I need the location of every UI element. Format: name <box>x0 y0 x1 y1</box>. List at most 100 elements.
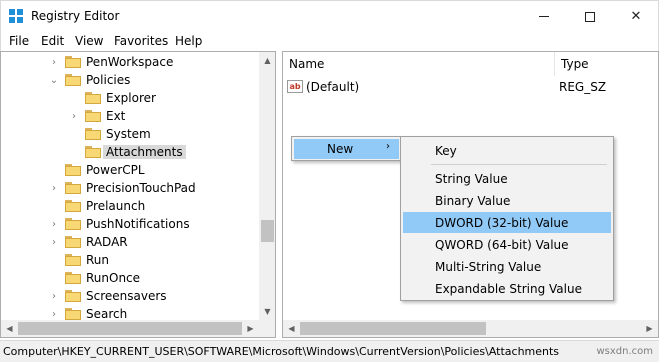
submenu-item-label: DWORD (32-bit) Value <box>435 216 569 230</box>
no-expander <box>69 125 79 143</box>
tree-item[interactable]: ⌄ Policies <box>49 71 131 89</box>
tree-item[interactable]: › Ext <box>69 107 125 125</box>
scroll-right-icon[interactable]: ▶ <box>641 320 658 337</box>
folder-icon <box>65 74 81 86</box>
tree-hscroll-thumb[interactable] <box>18 322 242 335</box>
value-name: (Default) <box>306 80 360 94</box>
collapse-chevron-icon[interactable]: ⌄ <box>49 71 59 89</box>
tree-item-label: Run <box>86 253 110 267</box>
close-icon: ✕ <box>630 9 642 24</box>
scroll-left-icon[interactable]: ◀ <box>283 320 300 337</box>
folder-icon <box>65 290 81 302</box>
tree-item[interactable]: Explorer <box>69 89 156 107</box>
tree-item-label: RunOnce <box>86 271 141 285</box>
folder-icon <box>65 164 81 176</box>
tree-horizontal-scrollbar[interactable]: ◀ ▶ <box>1 320 275 337</box>
submenu-item-string-value[interactable]: String Value <box>403 168 611 189</box>
folder-icon <box>65 236 81 248</box>
folder-icon <box>65 182 81 194</box>
folder-icon <box>85 128 101 140</box>
tree-item[interactable]: › PenWorkspace <box>49 53 173 71</box>
tree-item[interactable]: System <box>69 125 151 143</box>
tree-item[interactable]: Attachments <box>69 143 186 161</box>
menu-edit[interactable]: Edit <box>41 34 64 48</box>
tree-item-label: Screensavers <box>86 289 167 303</box>
menu-favorites[interactable]: Favorites <box>114 34 168 48</box>
folder-icon <box>85 146 101 158</box>
folder-icon <box>85 92 101 104</box>
tree-item-label: Attachments <box>103 145 186 159</box>
folder-icon <box>65 308 81 320</box>
tree-item[interactable]: › PrecisionTouchPad <box>49 179 196 197</box>
column-header-type[interactable]: Type <box>555 52 658 76</box>
no-expander <box>69 143 79 161</box>
expand-chevron-icon[interactable]: › <box>49 215 59 233</box>
context-menu-new-label: New <box>327 142 354 156</box>
tree-item-label: PushNotifications <box>86 217 190 231</box>
submenu-item-label: Binary Value <box>435 194 511 208</box>
close-button[interactable]: ✕ <box>613 1 659 32</box>
submenu-item-expandable-string-value[interactable]: Expandable String Value <box>403 278 611 299</box>
expand-chevron-icon[interactable]: › <box>49 287 59 305</box>
tree-item[interactable]: › RADAR <box>49 233 128 251</box>
tree-item[interactable]: PowerCPL <box>49 161 145 179</box>
submenu-item-label: String Value <box>435 172 508 186</box>
tree-item-label: PowerCPL <box>86 163 145 177</box>
tree-item-label: Policies <box>86 73 131 87</box>
menu-view[interactable]: View <box>75 34 103 48</box>
tree-item[interactable]: RunOnce <box>49 269 140 287</box>
folder-icon <box>65 200 81 212</box>
scroll-left-icon[interactable]: ◀ <box>1 320 18 337</box>
tree-item[interactable]: › PushNotifications <box>49 215 190 233</box>
expand-chevron-icon[interactable]: › <box>49 233 59 251</box>
scroll-down-icon[interactable]: ▼ <box>259 303 275 320</box>
window-title: Registry Editor <box>31 9 120 23</box>
menu-bar: File Edit View Favorites Help <box>0 31 659 51</box>
tree-item[interactable]: Run <box>49 251 109 269</box>
menu-help[interactable]: Help <box>175 34 202 48</box>
menu-file[interactable]: File <box>9 34 29 48</box>
tree-item[interactable]: Prelaunch <box>49 197 145 215</box>
submenu-item-label: Multi-String Value <box>435 260 542 274</box>
status-bar: Computer\HKEY_CURRENT_USER\SOFTWARE\Micr… <box>0 340 659 362</box>
submenu-item-multi-string-value[interactable]: Multi-String Value <box>403 256 611 277</box>
expand-chevron-icon[interactable]: › <box>49 53 59 71</box>
submenu-item-key[interactable]: Key <box>403 140 611 161</box>
minimize-button[interactable] <box>521 1 567 32</box>
context-menu-new[interactable]: New › <box>294 139 399 159</box>
registry-path: Computer\HKEY_CURRENT_USER\SOFTWARE\Micr… <box>3 345 560 358</box>
submenu-separator <box>431 164 607 165</box>
title-bar: Registry Editor ✕ <box>0 0 659 31</box>
no-expander <box>69 89 79 107</box>
scroll-up-icon[interactable]: ▲ <box>259 52 275 69</box>
maximize-icon <box>585 11 595 22</box>
column-header-name[interactable]: Name <box>283 52 555 76</box>
submenu-item-qword-value[interactable]: QWORD (64-bit) Value <box>403 234 611 255</box>
scroll-right-icon[interactable]: ▶ <box>242 320 259 337</box>
expand-chevron-icon[interactable]: › <box>69 107 79 125</box>
registry-tree-pane: › PenWorkspace ⌄ Policies Explorer › Ext System… <box>0 51 276 338</box>
submenu-item-label: QWORD (64-bit) Value <box>435 238 569 252</box>
value-row-default[interactable]: ab (Default) REG_SZ <box>283 78 658 96</box>
submenu-item-dword-value[interactable]: DWORD (32-bit) Value <box>403 212 611 233</box>
value-type: REG_SZ <box>559 80 607 94</box>
submenu-item-binary-value[interactable]: Binary Value <box>403 190 611 211</box>
registry-editor-icon <box>9 9 23 23</box>
tree-vertical-scrollbar[interactable]: ▲ ▼ <box>259 52 275 320</box>
list-hscroll-thumb[interactable] <box>300 322 486 335</box>
expand-chevron-icon[interactable]: › <box>49 179 59 197</box>
tree-item-label: PrecisionTouchPad <box>86 181 196 195</box>
string-value-icon: ab <box>287 80 303 93</box>
minimize-icon <box>539 16 549 17</box>
tree-item[interactable]: › Screensavers <box>49 287 167 305</box>
folder-icon <box>65 272 81 284</box>
tree-vscroll-thumb[interactable] <box>261 220 274 242</box>
submenu-arrow-icon: › <box>386 141 390 152</box>
folder-icon <box>65 218 81 230</box>
maximize-button[interactable] <box>567 1 613 32</box>
submenu-item-label: Key <box>435 144 457 158</box>
tree-item-label: Prelaunch <box>86 199 146 213</box>
list-horizontal-scrollbar[interactable]: ◀ ▶ <box>283 320 658 337</box>
tree-item-label: Ext <box>106 109 126 123</box>
no-expander <box>49 161 59 179</box>
